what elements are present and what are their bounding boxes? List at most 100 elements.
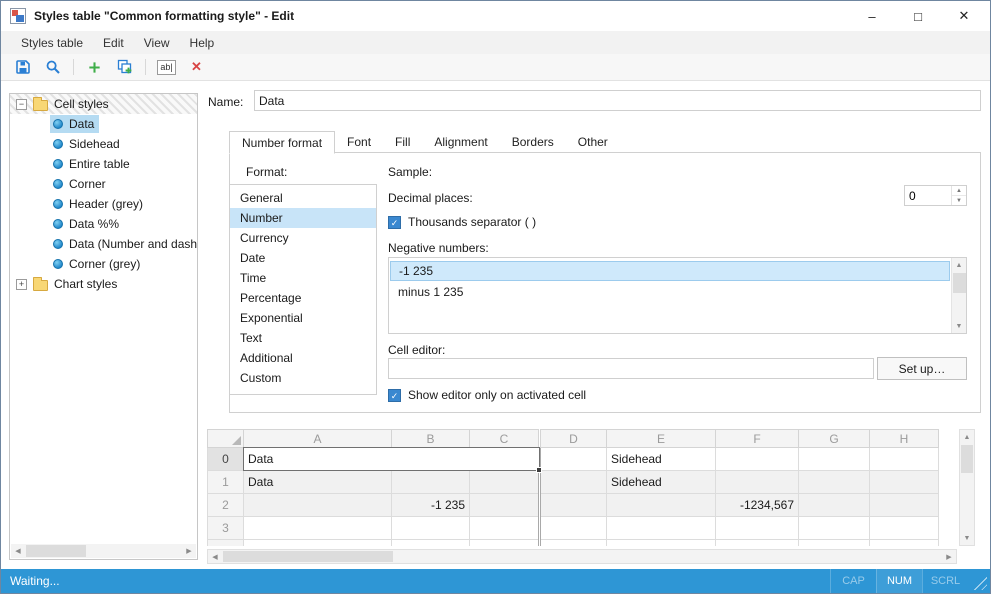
decimal-places-stepper[interactable]: ▲ ▼ xyxy=(904,185,967,206)
format-option[interactable]: Additional xyxy=(230,348,376,368)
tree-item-sidehead[interactable]: Sidehead xyxy=(10,134,197,154)
menu-styles-table[interactable]: Styles table xyxy=(11,31,93,54)
scrollbar-thumb[interactable] xyxy=(223,551,393,562)
scroll-left-icon[interactable]: ◀ xyxy=(11,544,25,558)
set-up-button[interactable]: Set up… xyxy=(877,357,967,380)
tree-item-data-number-dash[interactable]: Data (Number and dash) xyxy=(10,234,197,254)
grid-col-header[interactable]: B xyxy=(392,430,470,448)
grid-cell[interactable]: Sidehead xyxy=(607,471,716,494)
decimal-places-input[interactable] xyxy=(905,186,951,205)
name-input[interactable] xyxy=(254,90,981,111)
tree-horizontal-scrollbar[interactable]: ◀ ▶ xyxy=(11,544,196,558)
grid-cell[interactable] xyxy=(799,517,870,540)
menu-edit[interactable]: Edit xyxy=(93,31,134,54)
grid-cell[interactable]: Data xyxy=(244,471,392,494)
tab-borders[interactable]: Borders xyxy=(500,131,566,153)
grid-row-header[interactable]: 4 xyxy=(208,540,244,547)
maximize-button[interactable]: □ xyxy=(895,1,941,31)
grid-cell[interactable] xyxy=(716,448,799,471)
cell-editor-overlay[interactable]: Data xyxy=(243,447,540,471)
tree-item-header-grey[interactable]: Header (grey) xyxy=(10,194,197,214)
negative-option-selected[interactable]: -1 235 xyxy=(390,261,950,281)
grid-cell[interactable] xyxy=(540,494,607,517)
format-option[interactable]: Text xyxy=(230,328,376,348)
format-option[interactable]: Date xyxy=(230,248,376,268)
grid-cell[interactable] xyxy=(870,494,939,517)
grid-row-header[interactable]: 2 xyxy=(208,494,244,517)
grid-row-header[interactable]: 1 xyxy=(208,471,244,494)
tree-item-entire-table[interactable]: Entire table xyxy=(10,154,197,174)
list-vertical-scrollbar[interactable]: ▲ ▼ xyxy=(951,258,966,333)
grid-col-header[interactable]: G xyxy=(799,430,870,448)
grid-vertical-scrollbar[interactable]: ▲ ▼ xyxy=(959,429,975,546)
format-option[interactable]: Percentage xyxy=(230,288,376,308)
stepper-up-icon[interactable]: ▲ xyxy=(952,186,966,196)
scrollbar-thumb[interactable] xyxy=(961,445,973,473)
search-button[interactable] xyxy=(39,55,66,79)
grid-cell[interactable] xyxy=(540,540,607,547)
grid-row-header[interactable]: 0 xyxy=(208,448,244,471)
collapse-icon[interactable]: − xyxy=(16,99,27,110)
grid-cell[interactable]: Sidehead xyxy=(607,448,716,471)
cell-editor-input[interactable] xyxy=(388,358,874,379)
scroll-left-icon[interactable]: ◀ xyxy=(208,550,222,564)
format-option[interactable]: General xyxy=(230,188,376,208)
minimize-button[interactable]: – xyxy=(849,1,895,31)
grid-cell[interactable] xyxy=(540,471,607,494)
grid-cell[interactable] xyxy=(470,540,540,547)
grid-cell[interactable] xyxy=(799,540,870,547)
grid-col-header[interactable]: D xyxy=(540,430,607,448)
tree-node-cell-styles[interactable]: − Cell styles xyxy=(10,94,197,114)
grid-col-header[interactable]: H xyxy=(870,430,939,448)
grid-cell[interactable] xyxy=(799,494,870,517)
grid-cell[interactable] xyxy=(607,540,716,547)
tree-item-corner-grey[interactable]: Corner (grey) xyxy=(10,254,197,274)
menu-view[interactable]: View xyxy=(134,31,180,54)
tree-item-data[interactable]: Data xyxy=(10,114,197,134)
grid-cell[interactable] xyxy=(470,517,540,540)
grid-cell[interactable]: -1 235 xyxy=(392,494,470,517)
stepper-down-icon[interactable]: ▼ xyxy=(952,196,966,205)
thousands-separator-checkbox[interactable]: ✓ Thousands separator ( ) xyxy=(388,215,536,229)
save-button[interactable] xyxy=(9,55,36,79)
grid-cell[interactable] xyxy=(392,540,470,547)
scrollbar-thumb[interactable] xyxy=(26,545,86,557)
grid-cell[interactable] xyxy=(244,517,392,540)
tab-alignment[interactable]: Alignment xyxy=(422,131,499,153)
show-editor-checkbox[interactable]: ✓ Show editor only on activated cell xyxy=(388,388,586,402)
grid-cell[interactable] xyxy=(870,448,939,471)
grid-cell[interactable] xyxy=(870,540,939,547)
grid-cell[interactable] xyxy=(392,471,470,494)
add-style-button[interactable] xyxy=(81,55,108,79)
checkbox-checked-icon[interactable]: ✓ xyxy=(388,216,401,229)
fill-handle[interactable] xyxy=(536,467,542,473)
rename-button[interactable]: ab| xyxy=(153,55,180,79)
select-all-corner[interactable] xyxy=(208,430,244,448)
grid-cell[interactable] xyxy=(716,517,799,540)
grid-cell[interactable] xyxy=(716,471,799,494)
grid-cell[interactable] xyxy=(244,540,392,547)
format-option[interactable]: Custom xyxy=(230,368,376,388)
grid-cell[interactable] xyxy=(607,517,716,540)
grid-cell[interactable] xyxy=(870,471,939,494)
checkbox-checked-icon[interactable]: ✓ xyxy=(388,389,401,402)
grid-cell[interactable] xyxy=(540,517,607,540)
menu-help[interactable]: Help xyxy=(180,31,225,54)
grid-cell[interactable]: -1234,567 xyxy=(716,494,799,517)
grid-col-header[interactable]: A xyxy=(244,430,392,448)
tree-item-data-percent[interactable]: Data %% xyxy=(10,214,197,234)
tab-font[interactable]: Font xyxy=(335,131,383,153)
format-option[interactable]: Exponential xyxy=(230,308,376,328)
format-option[interactable]: Currency xyxy=(230,228,376,248)
grid-cell[interactable] xyxy=(870,517,939,540)
scroll-up-icon[interactable]: ▲ xyxy=(952,258,966,272)
tree-node-chart-styles[interactable]: + Chart styles xyxy=(10,274,197,294)
scroll-right-icon[interactable]: ▶ xyxy=(182,544,196,558)
scroll-down-icon[interactable]: ▼ xyxy=(952,319,966,333)
close-button[interactable]: ✕ xyxy=(941,1,987,31)
format-option-selected[interactable]: Number xyxy=(230,208,376,228)
scroll-right-icon[interactable]: ▶ xyxy=(942,550,956,564)
grid-cell[interactable] xyxy=(799,471,870,494)
delete-button[interactable]: ✕ xyxy=(183,55,210,79)
expand-icon[interactable]: + xyxy=(16,279,27,290)
